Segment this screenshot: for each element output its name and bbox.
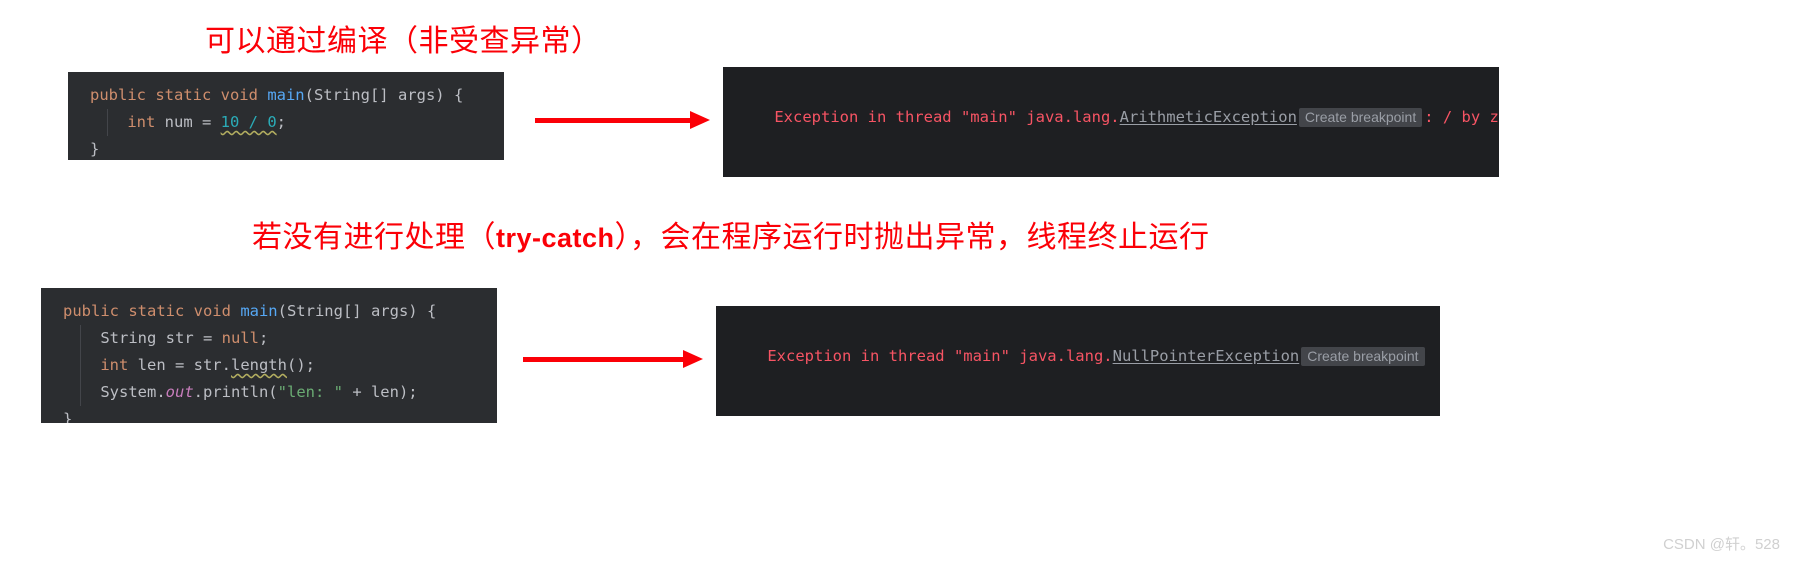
- code-line: public static void main(String[] args) {: [41, 298, 497, 325]
- code-token: int: [127, 113, 165, 131]
- csdn-watermark: CSDN @轩。528: [1663, 536, 1780, 553]
- code-token: "len: ": [277, 383, 343, 401]
- code-token: ();: [286, 356, 315, 374]
- create-breakpoint-badge[interactable]: Create breakpoint: [1298, 108, 1423, 127]
- code-block-arithmetic: public static void main(String[] args) {…: [68, 72, 504, 160]
- code-token: public static void: [63, 302, 241, 320]
- code-block-nullpointer: public static void main(String[] args) {…: [41, 288, 497, 423]
- code-token: main: [267, 86, 305, 104]
- code-token: out: [165, 383, 194, 401]
- code-line: System.out.println("len: " + len);: [41, 379, 497, 406]
- code-token: }: [90, 140, 100, 158]
- console-output-nullpointer: Exception in thread "main" java.lang.Nul…: [716, 306, 1440, 416]
- console-exception-line: Exception in thread "main" java.lang.Nul…: [730, 316, 1440, 397]
- code-token: ;: [276, 113, 286, 131]
- console-output-arithmetic: Exception in thread "main" java.lang.Ari…: [723, 67, 1499, 177]
- code-token: 10 / 0: [220, 113, 277, 131]
- code-token: + len);: [342, 383, 418, 401]
- code-line: int num = 10 / 0;: [68, 109, 504, 136]
- code-line: }: [68, 136, 504, 160]
- code-token: System.: [63, 383, 166, 401]
- heading-compiles-unchecked-exception: 可以通过编译（非受查异常）: [205, 25, 602, 58]
- code-token: String str =: [63, 329, 222, 347]
- code-token: int: [100, 356, 138, 374]
- code-token: num =: [164, 113, 221, 131]
- code-token: len = str.: [137, 356, 231, 374]
- console-stack-line: at io.Test.main(Test.java:19): [737, 158, 1499, 177]
- code-token: ;: [258, 329, 269, 347]
- code-token: main: [240, 302, 278, 320]
- heading-2-suffix: ），会在程序运行时抛出异常，线程终止运行: [614, 221, 1210, 254]
- code-token: public static void: [90, 86, 268, 104]
- code-token: (String[] args) {: [277, 302, 437, 320]
- code-token: }: [63, 410, 73, 423]
- create-breakpoint-badge[interactable]: Create breakpoint: [1301, 347, 1425, 366]
- code-line: int len = str.length();: [41, 352, 497, 379]
- console-exception-line: Exception in thread "main" java.lang.Ari…: [737, 77, 1499, 158]
- exception-prefix: Exception in thread "main" java.lang.: [767, 347, 1113, 365]
- exception-class-link[interactable]: NullPointerException: [1113, 347, 1300, 365]
- code-line: }: [41, 406, 497, 423]
- exception-class-link[interactable]: ArithmeticException: [1120, 108, 1297, 126]
- code-token: .println(: [193, 383, 278, 401]
- code-line: String str = null;: [41, 325, 497, 352]
- code-token: null: [221, 329, 259, 347]
- heading-unhandled-exception: 若没有进行处理（try-catch），会在程序运行时抛出异常，线程终止运行: [252, 220, 1210, 256]
- exception-message: : / by zero: [1424, 108, 1499, 126]
- heading-2-prefix: 若没有进行处理（: [252, 221, 496, 254]
- heading-2-try-catch: try-catch: [496, 223, 615, 253]
- exception-prefix: Exception in thread "main" java.lang.: [774, 108, 1120, 126]
- code-token: (String[] args) {: [304, 86, 464, 104]
- console-stack-line: at io.Test.main(Test.java:20): [730, 397, 1440, 416]
- code-line: public static void main(String[] args) {: [68, 82, 504, 109]
- code-token: length: [230, 356, 287, 374]
